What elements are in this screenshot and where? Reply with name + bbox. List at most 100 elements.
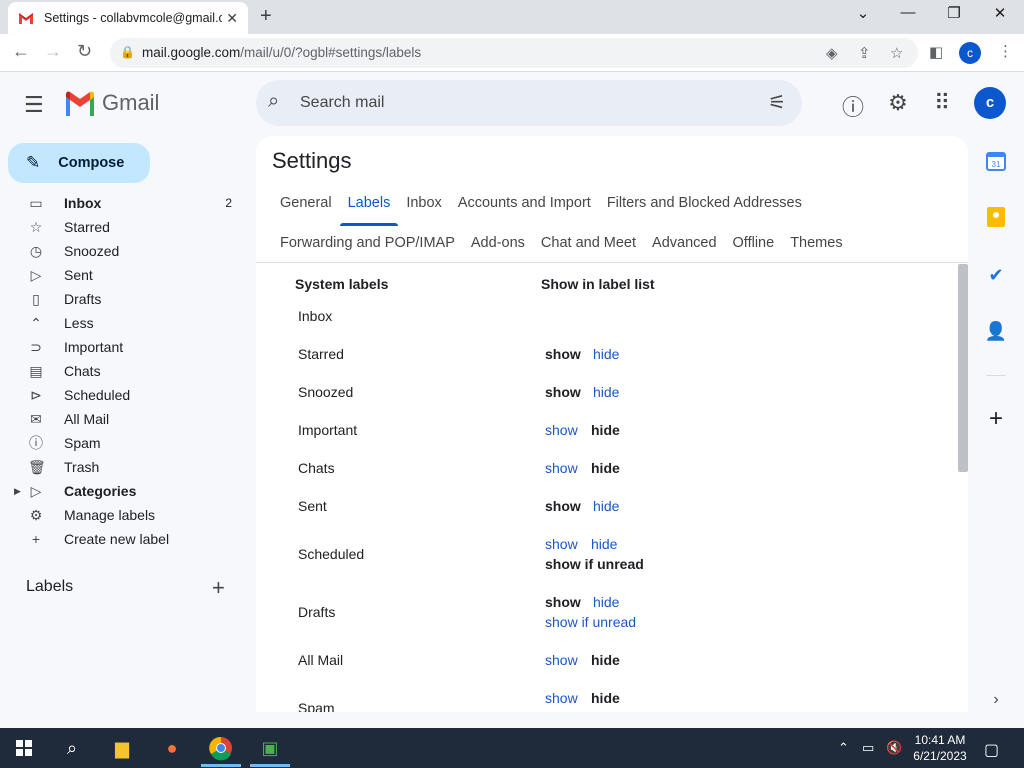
- calendar-icon[interactable]: 31: [984, 151, 1008, 175]
- sent-hide-link[interactable]: hide: [593, 498, 619, 514]
- lock-icon[interactable]: 🔒: [120, 45, 135, 59]
- tab-themes[interactable]: Themes: [782, 231, 850, 255]
- network-icon[interactable]: ▭: [862, 740, 874, 756]
- drafts-hide-link[interactable]: hide: [593, 594, 619, 610]
- taskbar-clock[interactable]: 10:41 AM 6/21/2023: [910, 732, 970, 764]
- tab-filters[interactable]: Filters and Blocked Addresses: [599, 191, 810, 215]
- nav-item-sent[interactable]: ▷ Sent: [0, 263, 250, 287]
- help-icon[interactable]: ⓘ: [840, 90, 866, 122]
- notifications-icon[interactable]: ▢: [984, 740, 999, 760]
- address-bar[interactable]: 🔒 mail.google.com/mail/u/0/?ogbl#setting…: [110, 38, 918, 68]
- spam-show-link[interactable]: show: [545, 690, 578, 706]
- starred-show-option[interactable]: show: [545, 346, 581, 362]
- nav-item-snoozed[interactable]: ◷ Snoozed: [0, 239, 250, 263]
- nav-item-create-label[interactable]: + Create new label: [0, 527, 250, 551]
- back-icon[interactable]: ←: [12, 41, 30, 62]
- scheduled-unread-option[interactable]: show if unread: [545, 556, 644, 572]
- tab-add-ons[interactable]: Add-ons: [463, 231, 533, 255]
- sent-show-option[interactable]: show: [545, 498, 581, 514]
- gmail-logo[interactable]: Gmail: [64, 90, 159, 116]
- nav-item-manage-labels[interactable]: ⚙ Manage labels: [0, 503, 250, 527]
- extension-icon[interactable]: ◈: [826, 44, 838, 62]
- get-add-ons-icon[interactable]: +: [984, 407, 1008, 431]
- new-tab-icon[interactable]: +: [260, 5, 272, 28]
- tasks-icon[interactable]: ✔: [984, 263, 1008, 287]
- nav-item-inbox[interactable]: ▭ Inbox 2: [0, 191, 250, 215]
- forward-icon[interactable]: →: [44, 41, 62, 62]
- tab-accounts-import[interactable]: Accounts and Import: [450, 191, 599, 215]
- firefox-icon[interactable]: ●: [158, 734, 186, 762]
- tray-chevron-icon[interactable]: ⌃: [838, 740, 849, 756]
- chrome-menu-icon[interactable]: ⋮: [998, 42, 1013, 60]
- minimize-icon[interactable]: —: [886, 4, 930, 21]
- drafts-unread-link[interactable]: show if unread: [545, 614, 636, 630]
- nav-item-scheduled[interactable]: ⊳ Scheduled: [0, 383, 250, 407]
- search-icon[interactable]: ⌕: [268, 90, 279, 113]
- taskbar-search-icon[interactable]: ⌕: [58, 734, 86, 762]
- contacts-icon[interactable]: 👤: [984, 319, 1008, 343]
- apps-grid-icon[interactable]: ⠿: [929, 90, 955, 116]
- important-show-link[interactable]: show: [545, 422, 578, 438]
- all-mail-show-link[interactable]: show: [545, 652, 578, 668]
- nav-item-less[interactable]: ⌃ Less: [0, 311, 250, 335]
- account-avatar[interactable]: c: [974, 87, 1006, 119]
- tab-search-icon[interactable]: ⌄: [841, 4, 885, 22]
- inbox-count: 2: [225, 196, 232, 210]
- nav-item-all-mail[interactable]: ✉ All Mail: [0, 407, 250, 431]
- share-icon[interactable]: ⇪: [858, 44, 871, 62]
- chevron-right-icon[interactable]: ›: [984, 688, 1008, 712]
- tab-chat-meet[interactable]: Chat and Meet: [533, 231, 644, 255]
- nav-item-spam[interactable]: ⓘ Spam: [0, 431, 250, 455]
- chats-show-link[interactable]: show: [545, 460, 578, 476]
- tab-offline[interactable]: Offline: [725, 231, 783, 255]
- reload-icon[interactable]: ↻: [77, 41, 92, 62]
- nav-item-categories[interactable]: ▶ ▷ Categories: [0, 479, 250, 503]
- nav-label: Snoozed: [64, 243, 120, 259]
- nav-item-important[interactable]: ⊃ Important: [0, 335, 250, 359]
- tab-inbox[interactable]: Inbox: [398, 191, 449, 215]
- expand-arrow-icon[interactable]: ▶: [14, 486, 21, 497]
- browser-profile-avatar[interactable]: c: [959, 42, 981, 64]
- nav-item-trash[interactable]: 🗑 Trash: [0, 455, 250, 479]
- side-panel-icon[interactable]: ◧: [929, 43, 943, 61]
- settings-gear-icon[interactable]: ⚙: [885, 90, 911, 116]
- tab-advanced[interactable]: Advanced: [644, 231, 725, 255]
- important-icon: ⊃: [30, 338, 42, 355]
- nav-item-starred[interactable]: ☆ Starred: [0, 215, 250, 239]
- bookmark-star-icon[interactable]: ☆: [890, 44, 903, 62]
- snoozed-hide-link[interactable]: hide: [593, 384, 619, 400]
- important-hide-option[interactable]: hide: [591, 422, 620, 438]
- restore-icon[interactable]: ❐: [932, 4, 976, 22]
- spam-hide-option[interactable]: hide: [591, 690, 620, 706]
- settings-scrollbar[interactable]: [958, 264, 968, 472]
- tab-forwarding[interactable]: Forwarding and POP/IMAP: [272, 231, 463, 255]
- nav-item-chats[interactable]: ▤ Chats: [0, 359, 250, 383]
- volume-muted-icon[interactable]: 🔇: [886, 740, 902, 756]
- close-tab-icon[interactable]: ✕: [226, 10, 238, 27]
- tab-labels[interactable]: Labels: [339, 191, 399, 226]
- chats-hide-option[interactable]: hide: [591, 460, 620, 476]
- keep-icon[interactable]: [984, 207, 1008, 231]
- add-label-icon[interactable]: +: [212, 575, 225, 601]
- browser-tab[interactable]: Settings - collabvmcole@gmail.c ✕: [8, 2, 248, 34]
- scheduled-hide-link[interactable]: hide: [591, 536, 617, 552]
- app-icon[interactable]: ▣: [256, 734, 284, 762]
- label-icon: ▷: [30, 482, 42, 499]
- compose-button[interactable]: ✎ Compose: [8, 143, 150, 183]
- scheduled-show-link[interactable]: show: [545, 536, 578, 552]
- window-close-icon[interactable]: ✕: [978, 4, 1022, 22]
- chrome-icon[interactable]: [207, 734, 235, 762]
- main-menu-icon[interactable]: ☰: [24, 92, 44, 118]
- all-mail-hide-option[interactable]: hide: [591, 652, 620, 668]
- browser-tab-strip: Settings - collabvmcole@gmail.c ✕ + ⌄ — …: [0, 0, 1024, 34]
- windows-start-icon[interactable]: [10, 734, 38, 762]
- file-explorer-icon[interactable]: ▆: [108, 734, 136, 762]
- nav-label: Trash: [64, 459, 100, 475]
- starred-hide-link[interactable]: hide: [593, 346, 619, 362]
- nav-item-drafts[interactable]: ▯ Drafts: [0, 287, 250, 311]
- search-options-icon[interactable]: ⚟: [768, 90, 786, 115]
- search-input[interactable]: [300, 90, 740, 116]
- snoozed-show-option[interactable]: show: [545, 384, 581, 400]
- tab-general[interactable]: General: [272, 191, 340, 215]
- drafts-show-option[interactable]: show: [545, 594, 581, 610]
